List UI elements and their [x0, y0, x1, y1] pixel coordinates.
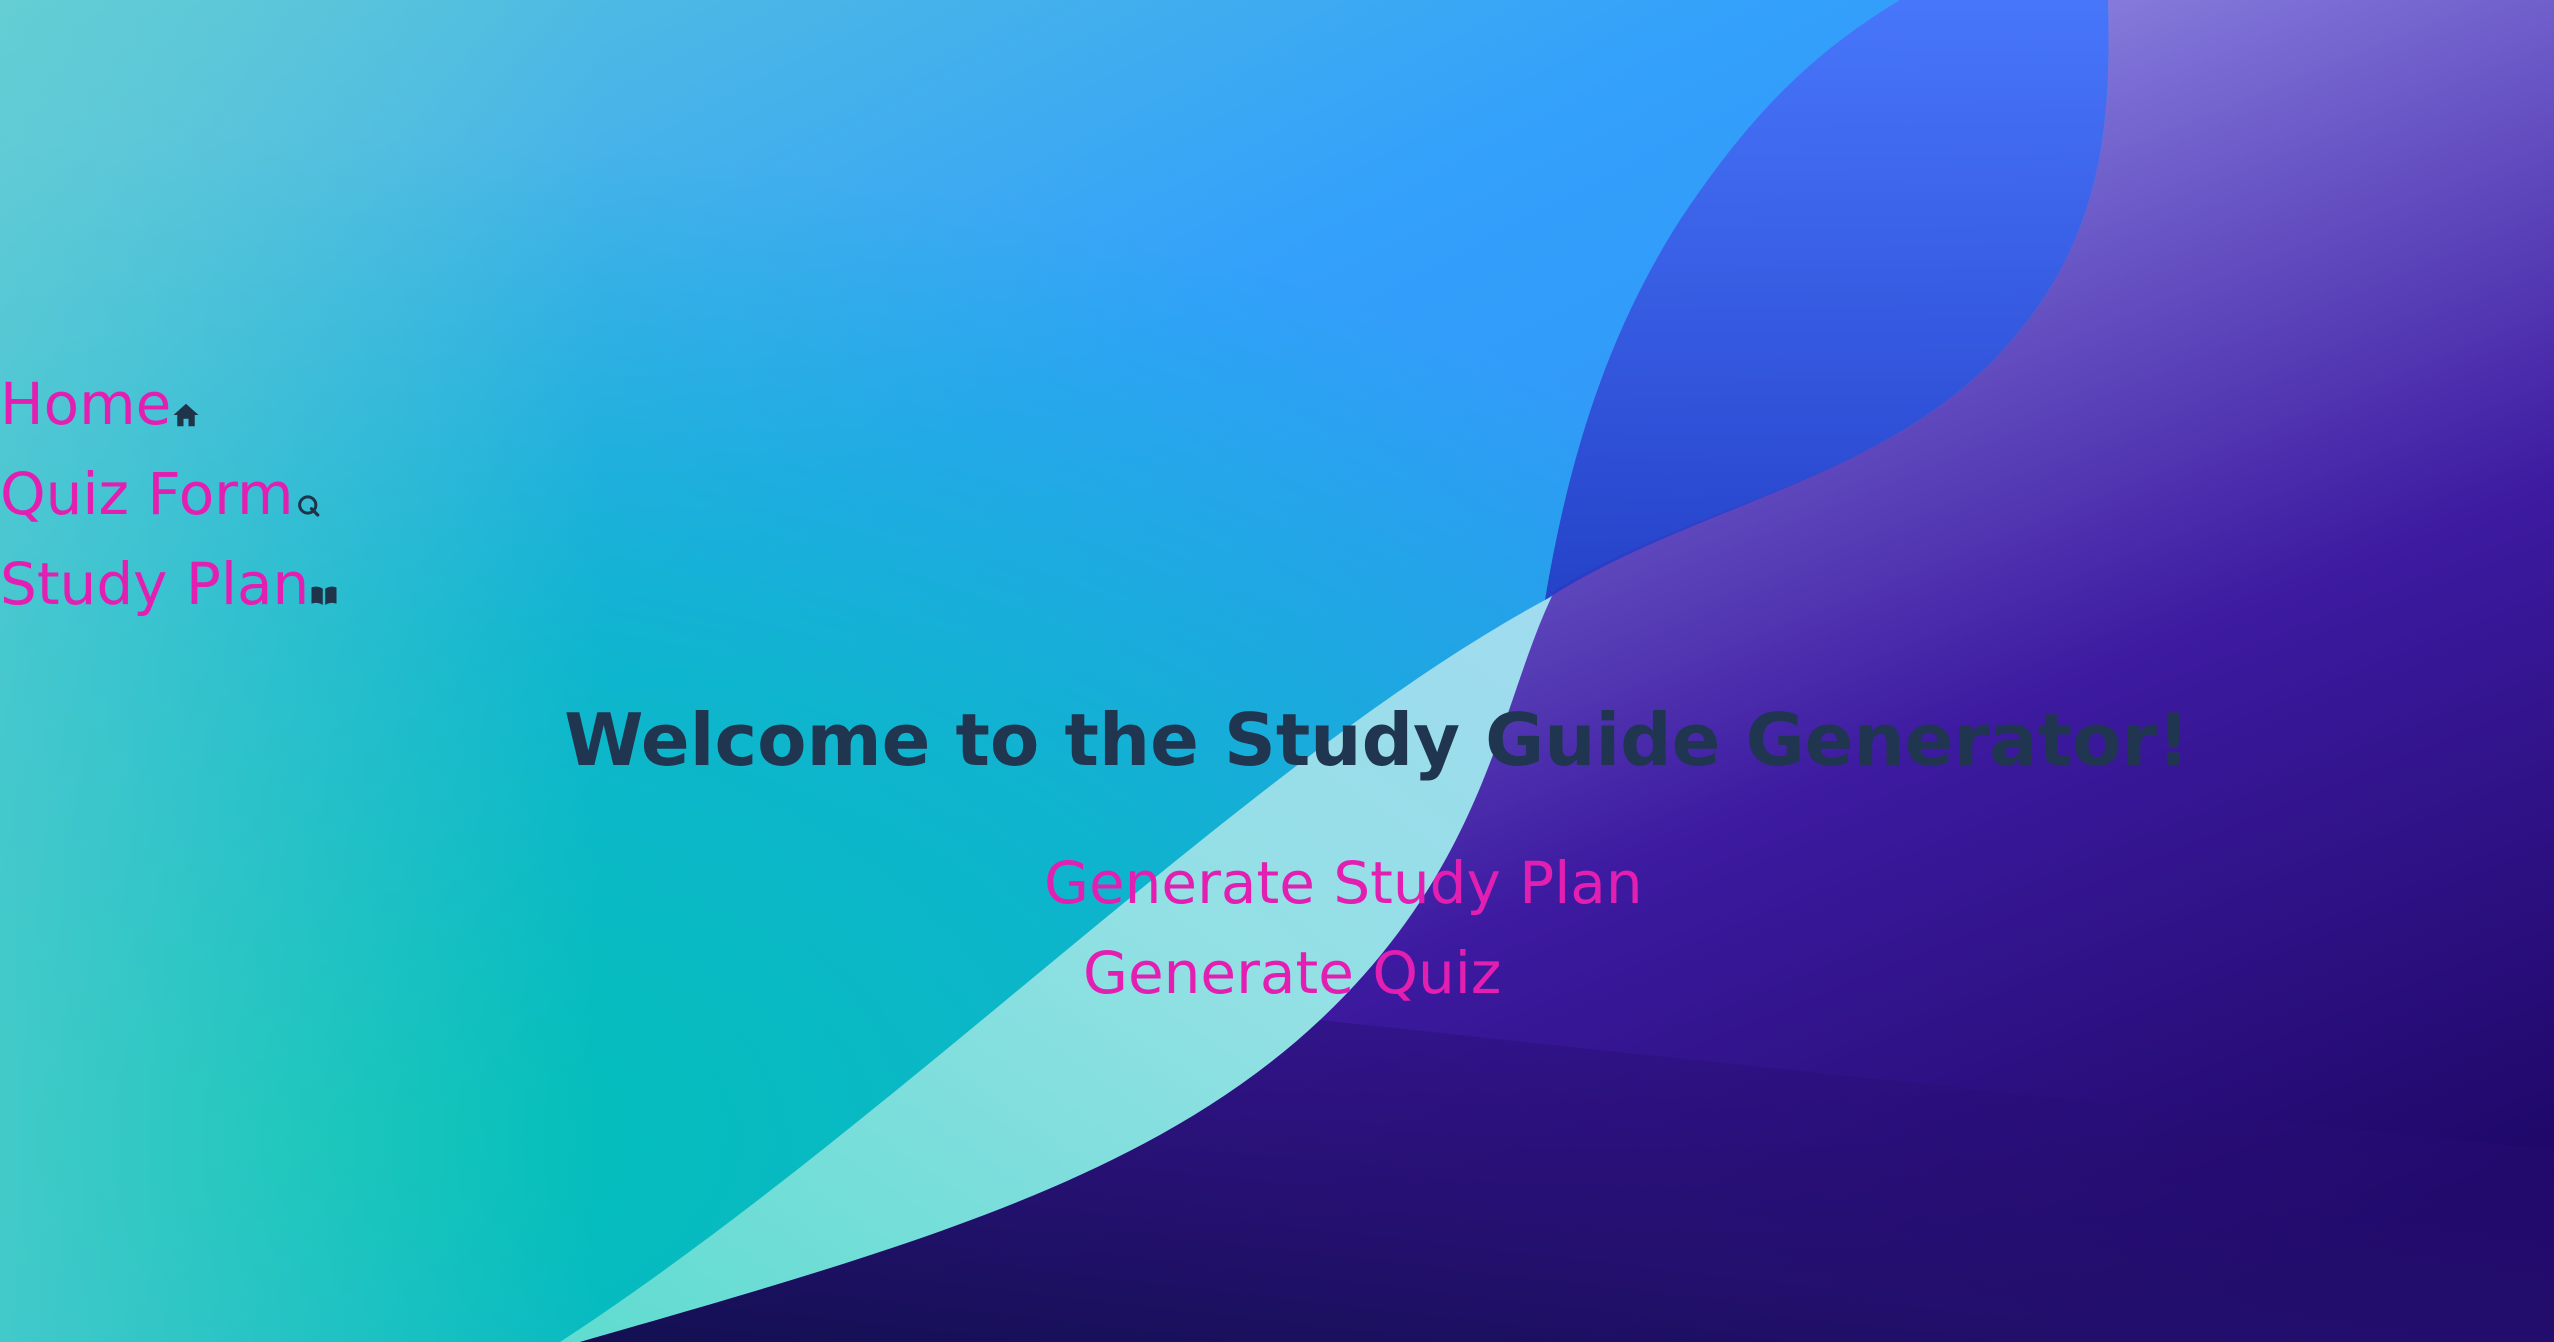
- page-title: Welcome to the Study Guide Generator!: [564, 698, 2190, 782]
- nav-item-label: Study Plan: [0, 550, 310, 618]
- desktop-wallpaper: [0, 0, 2554, 1342]
- home-icon: [171, 400, 201, 430]
- nav-item-label: Home: [0, 370, 172, 438]
- main-nav: Home Quiz Form Study Plan: [0, 350, 339, 620]
- quiz-icon: [294, 490, 324, 520]
- nav-item-quiz-form[interactable]: Quiz Form: [0, 440, 339, 530]
- book-icon: [309, 580, 339, 610]
- nav-item-home[interactable]: Home: [0, 350, 339, 440]
- generate-quiz-link[interactable]: Generate Quiz: [1083, 928, 1501, 1018]
- generate-study-plan-link[interactable]: Generate Study Plan: [1044, 838, 1643, 928]
- nav-item-label: Quiz Form: [0, 460, 294, 528]
- nav-item-study-plan[interactable]: Study Plan: [0, 530, 339, 620]
